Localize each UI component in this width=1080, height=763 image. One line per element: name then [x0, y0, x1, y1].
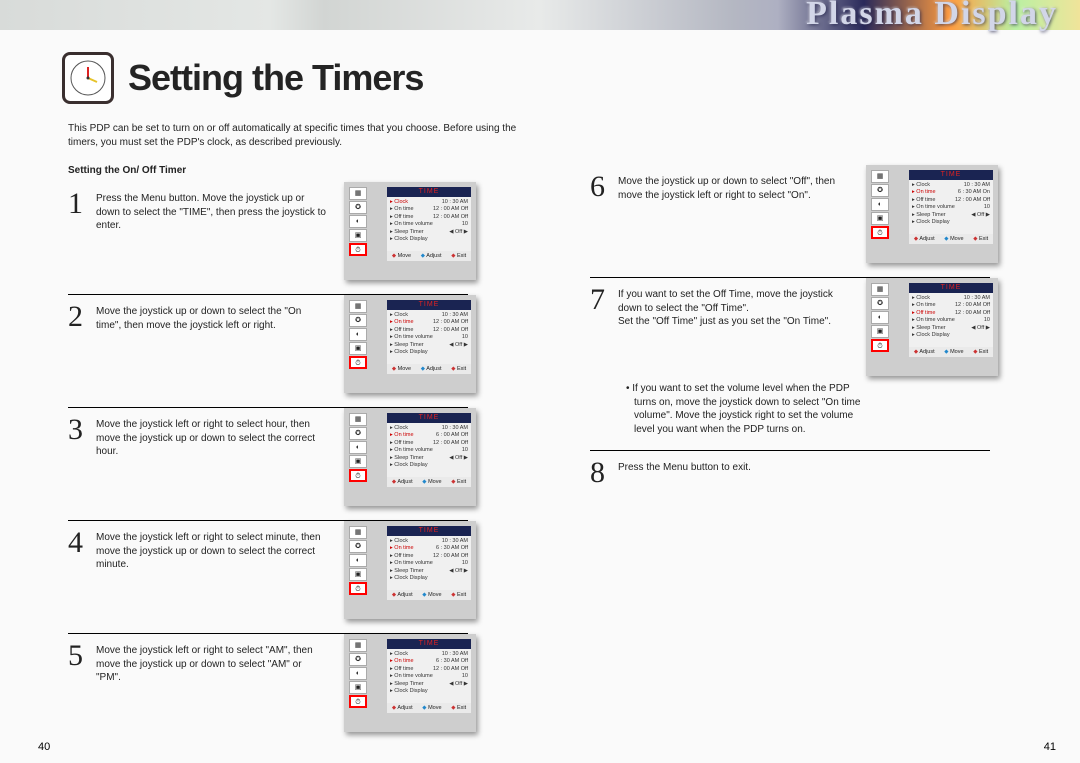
step-number: 7: [590, 286, 610, 313]
step-6: 6 Move the joystick up or down to select…: [590, 165, 1010, 263]
step-number: 1: [68, 190, 88, 217]
osd-thumbnail: ▦✪◐▣⏱TIME▸ Clock10 : 30 AM▸ On time12 : …: [344, 295, 476, 393]
step-text: Move the joystick left or right to selec…: [96, 529, 326, 572]
step-number: 4: [68, 529, 88, 556]
content-area: This PDP can be set to turn on or off au…: [68, 122, 1052, 743]
step-text: Press the Menu button to exit.: [618, 459, 848, 475]
step-5: 5 Move the joystick left or right to sel…: [68, 634, 488, 732]
right-column: 6 Move the joystick up or down to select…: [590, 165, 1010, 732]
step-text: Move the joystick left or right to selec…: [96, 642, 326, 685]
osd-thumbnail: ▦✪◐▣⏱TIME▸ Clock10 : 30 AM▸ On time6 : 3…: [866, 165, 998, 263]
header-band: Plasma Display: [0, 0, 1080, 30]
step-3: 3 Move the joystick left or right to sel…: [68, 408, 488, 506]
brand-title: Plasma Display: [806, 0, 1058, 33]
osd-thumbnail: ▦✪◐▣⏱TIME▸ Clock10 : 30 AM▸ On time6 : 3…: [344, 634, 476, 732]
step-text: Press the Menu button. Move the joystick…: [96, 190, 326, 233]
step-number: 8: [590, 459, 610, 486]
step-7: 7 If you want to set the Off Time, move …: [590, 278, 1010, 376]
intro-text: This PDP can be set to turn on or off au…: [68, 122, 518, 149]
step-text: Move the joystick left or right to selec…: [96, 416, 326, 459]
step-8: 8 Press the Menu button to exit.: [590, 451, 1010, 486]
page-number-right: 41: [1044, 741, 1056, 753]
step-number: 2: [68, 303, 88, 330]
clock-icon: [62, 52, 114, 104]
osd-thumbnail: ▦✪◐▣⏱TIME▸ Clock10 : 30 AM▸ On time12 : …: [344, 182, 476, 280]
step-text: Move the joystick up or down to select t…: [96, 303, 326, 332]
step-1: 1 Press the Menu button. Move the joysti…: [68, 182, 488, 280]
step-4: 4 Move the joystick left or right to sel…: [68, 521, 488, 619]
step-text: If you want to set the Off Time, move th…: [618, 286, 848, 329]
step-2: 2 Move the joystick up or down to select…: [68, 295, 488, 393]
osd-thumbnail: ▦✪◐▣⏱TIME▸ Clock10 : 30 AM▸ On time6 : 3…: [344, 521, 476, 619]
page-title: Setting the Timers: [128, 57, 423, 99]
section-subheading: Setting the On/ Off Timer: [68, 165, 488, 176]
note-text: • If you want to set the volume level wh…: [590, 376, 870, 436]
step-text: Move the joystick up or down to select "…: [618, 173, 848, 202]
osd-thumbnail: ▦✪◐▣⏱TIME▸ Clock10 : 30 AM▸ On time12 : …: [866, 278, 998, 376]
step-number: 5: [68, 642, 88, 669]
title-row: Setting the Timers: [0, 30, 1080, 104]
step-number: 3: [68, 416, 88, 443]
step-number: 6: [590, 173, 610, 200]
page-number-left: 40: [38, 741, 50, 753]
osd-thumbnail: ▦✪◐▣⏱TIME▸ Clock10 : 30 AM▸ On time6 : 0…: [344, 408, 476, 506]
left-column: Setting the On/ Off Timer 1 Press the Me…: [68, 165, 488, 732]
